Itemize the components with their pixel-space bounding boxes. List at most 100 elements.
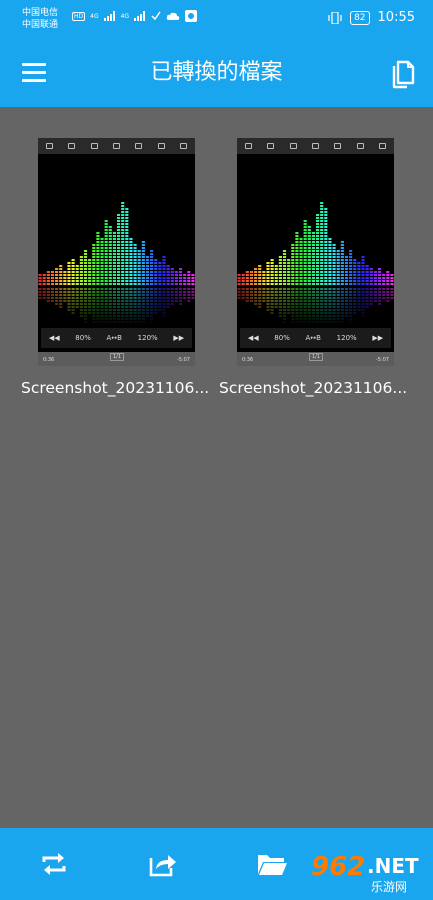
- eq-cell: [121, 283, 125, 285]
- eq-cell: [303, 226, 307, 228]
- eq-reflection-cell: [50, 291, 55, 293]
- eq-reflection-cell: [245, 291, 249, 293]
- eq-cell: [262, 274, 266, 276]
- eq-reflection-cell: [344, 297, 349, 299]
- eq-reflection-cell: [174, 300, 178, 302]
- eq-cell: [112, 274, 116, 276]
- eq-reflection-cell: [353, 288, 357, 290]
- eq-reflection-cell: [299, 291, 303, 293]
- eq-cell: [96, 253, 100, 255]
- eq-reflection-cell: [266, 297, 270, 299]
- eq-reflection-cell: [278, 315, 282, 317]
- eq-cell: [178, 268, 183, 270]
- eq-cell: [96, 247, 100, 249]
- eq-cell: [63, 274, 67, 276]
- eq-cell: [316, 277, 320, 279]
- eq-reflection-cell: [92, 318, 96, 320]
- eq-cell: [117, 223, 121, 225]
- eq-cell: [162, 265, 166, 267]
- eq-reflection-cell: [258, 300, 262, 302]
- eq-reflection-cell: [307, 291, 311, 293]
- eq-reflection-cell: [340, 312, 344, 314]
- eq-cell: [311, 241, 315, 243]
- eq-cell: [344, 280, 349, 282]
- eq-reflection-cell: [332, 297, 336, 299]
- eq-cell: [125, 268, 129, 270]
- eq-cell: [75, 265, 79, 267]
- eq-cell: [108, 277, 112, 279]
- eq-reflection-cell: [121, 297, 125, 299]
- eq-cell: [96, 274, 100, 276]
- eq-cell: [96, 250, 100, 252]
- eq-cell: [274, 277, 278, 279]
- eq-cell: [328, 244, 332, 246]
- eq-cell: [332, 283, 336, 285]
- eq-cell: [96, 271, 100, 273]
- folder-icon[interactable]: [256, 850, 288, 878]
- eq-cell: [75, 268, 79, 270]
- eq-reflection-cell: [369, 303, 373, 305]
- eq-cell: [316, 250, 320, 252]
- eq-reflection-cell: [307, 306, 311, 308]
- eq-reflection-cell: [328, 309, 332, 311]
- eq-cell: [129, 280, 133, 282]
- eq-cell: [258, 265, 262, 267]
- eq-cell: [320, 277, 324, 279]
- eq-reflection-cell: [63, 294, 67, 296]
- eq-cell: [270, 277, 274, 279]
- eq-cell: [63, 277, 67, 279]
- eq-cell: [129, 274, 133, 276]
- eq-cell: [117, 241, 121, 243]
- eq-cell: [67, 277, 71, 279]
- eq-reflection-cell: [328, 318, 332, 320]
- eq-cell: [108, 244, 112, 246]
- eq-cell: [270, 280, 274, 282]
- eq-cell: [55, 268, 59, 270]
- eq-cell: [154, 259, 158, 261]
- eq-reflection-cell: [287, 303, 291, 305]
- eq-cell: [166, 277, 170, 279]
- eq-reflection-cell: [266, 306, 270, 308]
- eq-cell: [92, 247, 96, 249]
- eq-reflection-cell: [262, 300, 266, 302]
- eq-cell: [303, 277, 307, 279]
- eq-cell: [108, 262, 112, 264]
- eq-cell: [282, 283, 287, 285]
- eq-cell: [344, 268, 349, 270]
- eq-reflection-cell: [150, 303, 154, 305]
- eq-cell: [316, 271, 320, 273]
- eq-cell: [125, 214, 129, 216]
- eq-reflection-cell: [344, 309, 349, 311]
- eq-reflection-cell: [266, 288, 270, 290]
- convert-repeat-icon[interactable]: [38, 850, 70, 878]
- eq-cell: [303, 220, 307, 222]
- speed-left: 80%: [75, 334, 91, 342]
- eq-reflection-cell: [237, 294, 241, 296]
- share-icon[interactable]: [147, 850, 179, 878]
- eq-cell: [311, 274, 315, 276]
- eq-reflection-cell: [332, 309, 336, 311]
- eq-cell: [320, 208, 324, 210]
- eq-cell: [320, 280, 324, 282]
- eq-cell: [183, 274, 187, 276]
- eq-cell: [104, 268, 108, 270]
- eq-cell: [55, 274, 59, 276]
- eq-reflection-cell: [377, 294, 382, 296]
- eq-reflection-cell: [145, 288, 150, 290]
- eq-reflection-cell: [75, 303, 79, 305]
- eq-reflection-cell: [303, 291, 307, 293]
- eq-cell: [59, 283, 63, 285]
- eq-cell: [125, 265, 129, 267]
- copy-files-icon[interactable]: [389, 57, 417, 89]
- eq-reflection-cell: [83, 297, 88, 299]
- eq-reflection-cell: [129, 288, 133, 290]
- eq-reflection-cell: [88, 309, 92, 311]
- eq-cell: [100, 241, 104, 243]
- eq-cell: [282, 265, 287, 267]
- eq-reflection-cell: [92, 300, 96, 302]
- eq-reflection-cell: [71, 297, 75, 299]
- eq-cell: [324, 265, 328, 267]
- eq-reflection-cell: [295, 315, 299, 317]
- eq-cell: [166, 274, 170, 276]
- eq-reflection-cell: [133, 309, 137, 311]
